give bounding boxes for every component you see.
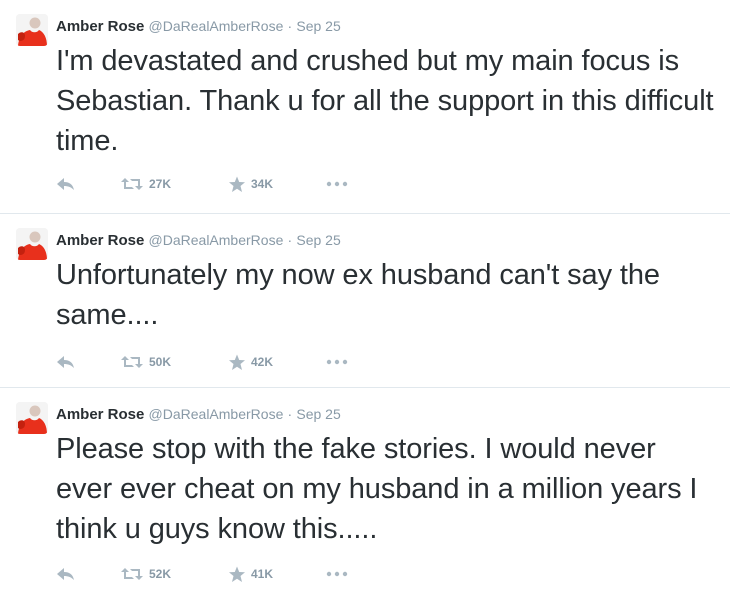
tweet-text: Please stop with the fake stories. I wou… [56, 433, 698, 545]
reply-icon [57, 356, 74, 368]
tweet-timestamp[interactable]: Sep 25 [296, 232, 340, 248]
author-handle[interactable]: @DaRealAmberRose [149, 18, 284, 34]
avatar[interactable] [16, 14, 48, 46]
reply-button[interactable] [56, 351, 76, 373]
retweet-icon [121, 568, 143, 580]
retweet-button[interactable]: 27K [120, 173, 171, 195]
favorite-count: 41K [251, 567, 274, 581]
separator-dot: · [287, 232, 293, 248]
more-icon [326, 181, 348, 187]
tweet-header: Amber Rose @DaRealAmberRose · Sep 25 [56, 231, 341, 250]
author-name[interactable]: Amber Rose [56, 18, 144, 35]
more-icon [326, 571, 348, 577]
retweet-count: 27K [149, 177, 172, 191]
author-name[interactable]: Amber Rose [56, 406, 144, 423]
more-button[interactable] [326, 563, 348, 585]
tweet-timestamp[interactable]: Sep 25 [296, 406, 340, 422]
tweet[interactable]: Amber Rose @DaRealAmberRose · Sep 25 I'm… [0, 0, 730, 214]
tweet-timestamp[interactable]: Sep 25 [296, 18, 340, 34]
favorite-count: 34K [251, 177, 274, 191]
tweet-header: Amber Rose @DaRealAmberRose · Sep 25 [56, 405, 341, 424]
retweet-button[interactable]: 52K [120, 563, 171, 585]
avatar[interactable] [16, 402, 48, 434]
more-button[interactable] [326, 173, 348, 195]
author-handle[interactable]: @DaRealAmberRose [149, 232, 284, 248]
favorite-button[interactable]: 34K [228, 173, 273, 195]
retweet-icon [121, 356, 143, 368]
favorite-count: 42K [251, 355, 274, 369]
tweet-text: Unfortunately my now ex husband can't sa… [56, 259, 660, 331]
favorite-button[interactable]: 41K [228, 563, 273, 585]
reply-icon [57, 568, 74, 580]
favorite-button[interactable]: 42K [228, 351, 273, 373]
author-handle[interactable]: @DaRealAmberRose [149, 406, 284, 422]
reply-button[interactable] [56, 563, 76, 585]
tweet-text: I'm devastated and crushed but my main f… [56, 45, 714, 157]
more-icon [326, 359, 348, 365]
retweet-count: 50K [149, 355, 172, 369]
avatar[interactable] [16, 228, 48, 260]
tweet[interactable]: Amber Rose @DaRealAmberRose · Sep 25 Unf… [0, 214, 730, 388]
retweet-icon [121, 178, 143, 190]
tweet[interactable]: Amber Rose @DaRealAmberRose · Sep 25 Ple… [0, 388, 730, 600]
separator-dot: · [287, 406, 293, 422]
reply-icon [57, 178, 74, 190]
star-icon [229, 566, 245, 582]
separator-dot: · [287, 18, 293, 34]
more-button[interactable] [326, 351, 348, 373]
author-name[interactable]: Amber Rose [56, 232, 144, 249]
star-icon [229, 176, 245, 192]
retweet-button[interactable]: 50K [120, 351, 171, 373]
tweet-header: Amber Rose @DaRealAmberRose · Sep 25 [56, 17, 341, 36]
star-icon [229, 354, 245, 370]
reply-button[interactable] [56, 173, 76, 195]
retweet-count: 52K [149, 567, 172, 581]
